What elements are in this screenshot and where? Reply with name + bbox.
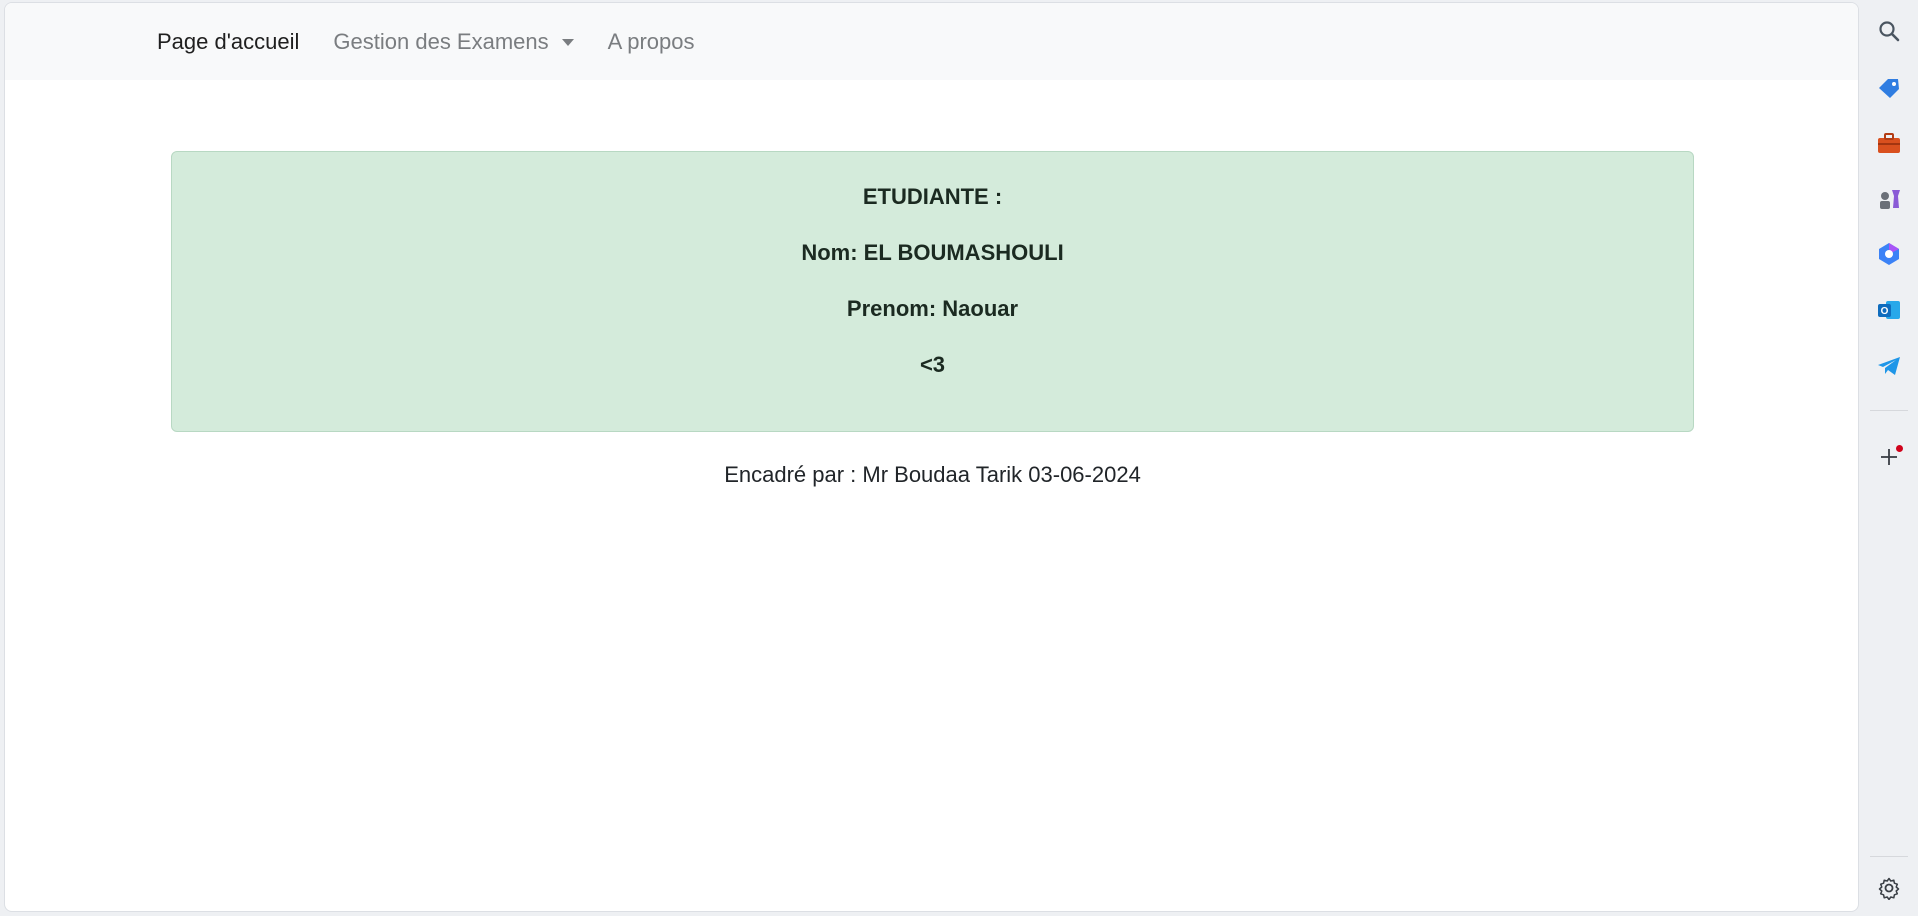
settings-icon[interactable] xyxy=(1875,874,1903,902)
heart-text: <3 xyxy=(919,352,946,377)
edge-sidebar: O xyxy=(1860,0,1918,916)
nav-about-link[interactable]: A propos xyxy=(608,29,695,55)
sidebar-divider-bottom xyxy=(1870,856,1908,857)
search-icon[interactable] xyxy=(1875,17,1903,45)
copilot-icon[interactable] xyxy=(1875,240,1903,268)
student-heading: ETUDIANTE : xyxy=(862,184,1003,209)
notification-dot xyxy=(1896,445,1903,452)
student-name: Nom: EL BOUMASHOULI xyxy=(801,240,1064,265)
add-icon[interactable] xyxy=(1875,443,1903,471)
browser-viewport: Page d'accueil Gestion des Examens A pro… xyxy=(4,2,1859,912)
student-firstname: Prenom: Naouar xyxy=(846,296,1019,321)
nav-exams-dropdown[interactable]: Gestion des Examens xyxy=(333,28,574,55)
telegram-icon[interactable] xyxy=(1875,352,1903,380)
chess-icon[interactable] xyxy=(1875,185,1903,213)
briefcase-icon[interactable] xyxy=(1875,130,1903,158)
sidebar-divider xyxy=(1870,410,1908,411)
caret-down-icon xyxy=(561,39,574,46)
nav-home-link[interactable]: Page d'accueil xyxy=(157,29,299,55)
nav-exams-label: Gestion des Examens xyxy=(333,28,549,54)
tag-icon[interactable] xyxy=(1875,75,1903,103)
svg-text:O: O xyxy=(1881,306,1889,317)
student-info-alert: ETUDIANTE : Nom: EL BOUMASHOULI Prenom: … xyxy=(171,151,1694,432)
outlook-icon[interactable]: O xyxy=(1875,296,1903,324)
supervisor-text: Encadré par : Mr Boudaa Tarik 03-06-2024 xyxy=(724,462,1141,487)
navbar: Page d'accueil Gestion des Examens A pro… xyxy=(5,3,1858,80)
